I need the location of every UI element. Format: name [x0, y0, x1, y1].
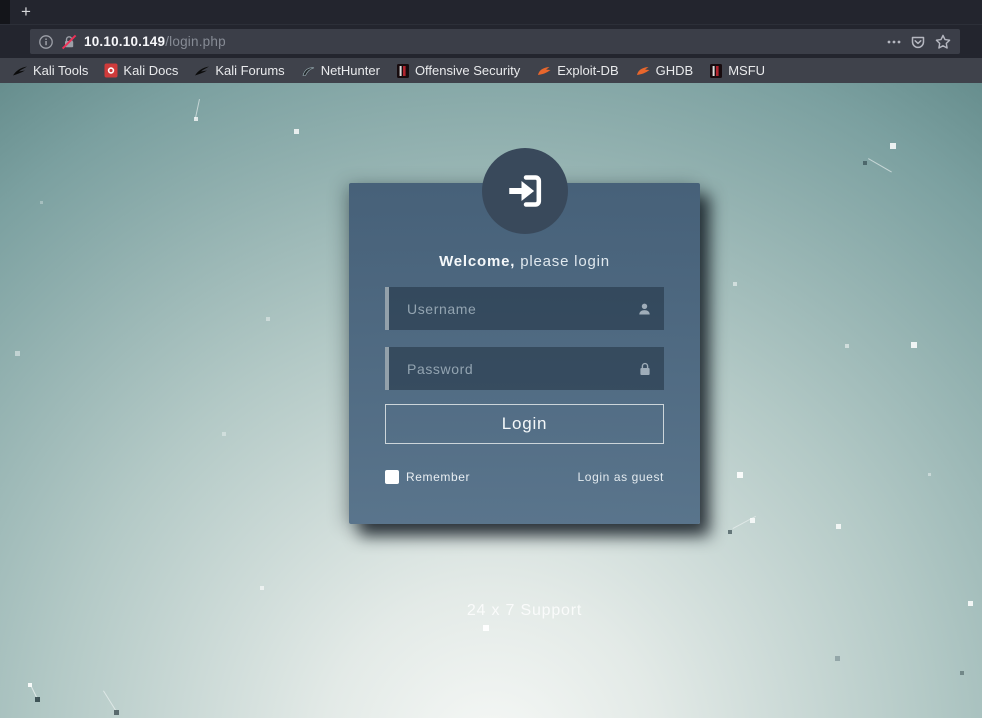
login-as-guest-link[interactable]: Login as guest: [578, 470, 664, 484]
password-input[interactable]: [385, 347, 664, 390]
particle: [960, 671, 964, 675]
offsec-icon: [396, 63, 410, 79]
particle: [40, 201, 43, 204]
bookmark-offensive-security[interactable]: Offensive Security: [390, 61, 526, 81]
remember-label: Remember: [406, 470, 470, 484]
particle: [222, 432, 226, 436]
particle: [863, 161, 867, 165]
particle: [114, 710, 119, 715]
remember-checkbox[interactable]: [385, 470, 399, 484]
bookmark-label: Exploit-DB: [557, 63, 618, 78]
particle: [260, 586, 264, 590]
url-host: 10.10.10.149: [84, 34, 165, 49]
password-field: [385, 347, 664, 390]
bookmark-kali-forums[interactable]: Kali Forums: [188, 61, 290, 80]
navigation-toolbar: 10.10.10.149/login.php: [0, 24, 982, 58]
bookmark-star-icon[interactable]: [934, 33, 952, 51]
bookmark-label: Kali Docs: [123, 63, 178, 78]
kali-docs-icon: [104, 63, 118, 78]
particle: [911, 342, 917, 348]
bookmark-label: MSFU: [728, 63, 765, 78]
login-button[interactable]: Login: [385, 404, 664, 444]
url-bar[interactable]: 10.10.10.149/login.php: [30, 29, 960, 54]
bookmark-exploit-db[interactable]: Exploit-DB: [530, 61, 624, 80]
welcome-bold: Welcome,: [439, 253, 515, 270]
particle-line: [868, 158, 892, 172]
url-text: 10.10.10.149/login.php: [84, 34, 879, 49]
browser-window: + 10.10.10.149/login.php Kali Tools: [0, 0, 982, 718]
site-info-icon[interactable]: [38, 34, 54, 50]
particle: [483, 625, 489, 631]
page-actions-icon[interactable]: [886, 34, 902, 50]
welcome-rest: please login: [515, 253, 610, 270]
login-options-row: Remember Login as guest: [385, 470, 664, 484]
bookmark-kali-docs[interactable]: Kali Docs: [98, 61, 184, 80]
particle: [28, 683, 32, 687]
particle: [968, 601, 973, 606]
exploitdb-bird-icon: [536, 63, 552, 78]
user-icon: [638, 302, 651, 315]
particle: [728, 530, 732, 534]
offsec-icon: [709, 63, 723, 79]
tab-bar-edge: [0, 0, 10, 24]
particle: [836, 524, 841, 529]
lock-icon: [639, 362, 651, 376]
new-tab-button[interactable]: +: [11, 1, 41, 23]
particle: [294, 129, 299, 134]
particle: [733, 282, 737, 286]
particle: [928, 473, 931, 476]
sign-in-icon: [504, 170, 546, 212]
tab-bar: +: [0, 0, 982, 24]
particle: [194, 117, 198, 121]
exploitdb-bird-icon: [635, 63, 651, 78]
kali-dragon-icon: [194, 63, 210, 78]
bookmark-label: GHDB: [656, 63, 694, 78]
particle: [35, 697, 40, 702]
particle: [737, 472, 743, 478]
bookmark-ghdb[interactable]: GHDB: [629, 61, 700, 80]
page-content: Welcome, please login Login Remember Log…: [0, 83, 982, 718]
particle: [835, 656, 840, 661]
bookmark-label: Kali Tools: [33, 63, 88, 78]
particle: [890, 143, 896, 149]
particle: [750, 518, 755, 523]
login-card: Welcome, please login Login Remember Log…: [349, 183, 700, 524]
url-path: /login.php: [165, 34, 226, 49]
particle-line: [103, 690, 116, 710]
particle-line: [195, 99, 200, 119]
bookmarks-toolbar: Kali Tools Kali Docs Kali Forums NetHunt…: [0, 58, 982, 83]
particle: [266, 317, 270, 321]
pocket-icon[interactable]: [909, 33, 927, 51]
login-icon-circle: [482, 148, 568, 234]
bookmark-kali-tools[interactable]: Kali Tools: [6, 61, 94, 80]
bookmark-msfu[interactable]: MSFU: [703, 61, 771, 81]
kali-dragon-icon: [12, 63, 28, 78]
support-text: 24 x 7 Support: [349, 602, 700, 620]
nethunter-icon: [301, 64, 316, 78]
bookmark-nethunter[interactable]: NetHunter: [295, 61, 386, 80]
bookmark-label: Offensive Security: [415, 63, 520, 78]
insecure-lock-icon[interactable]: [61, 34, 77, 50]
username-field: [385, 287, 664, 330]
particle: [845, 344, 849, 348]
particle: [15, 351, 20, 356]
username-input[interactable]: [385, 287, 664, 330]
bookmark-label: NetHunter: [321, 63, 380, 78]
welcome-heading: Welcome, please login: [385, 253, 664, 270]
bookmark-label: Kali Forums: [215, 63, 284, 78]
